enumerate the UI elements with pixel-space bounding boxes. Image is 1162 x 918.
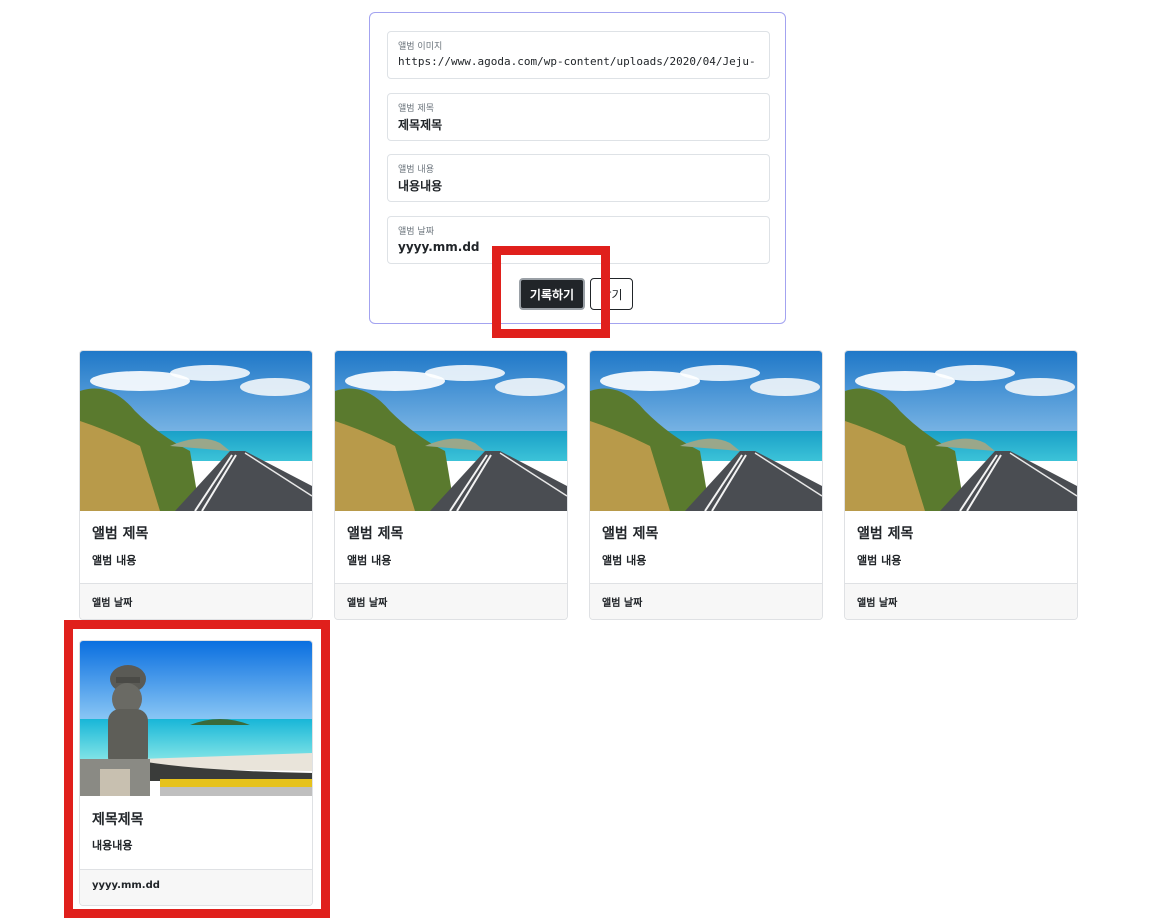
coastal-road-photo bbox=[590, 351, 822, 511]
card-date: yyyy.mm.dd bbox=[92, 880, 160, 891]
content-label: 앨범 내용 bbox=[398, 165, 434, 175]
close-button[interactable]: 닫기 bbox=[590, 278, 633, 310]
date-label: 앨범 날짜 bbox=[398, 227, 434, 237]
card-footer: 앨범 날짜 bbox=[335, 583, 567, 619]
title-label: 앨범 제목 bbox=[398, 104, 434, 114]
coastal-road-photo bbox=[335, 351, 567, 511]
card-content: 앨범 내용 bbox=[92, 554, 137, 567]
image-url-field[interactable]: 앨범 이미지 bbox=[387, 31, 770, 79]
coastal-road-photo bbox=[80, 351, 312, 511]
card-title: 앨범 제목 bbox=[602, 526, 659, 542]
card-content: 앨범 내용 bbox=[602, 554, 647, 567]
card-title: 앨범 제목 bbox=[347, 526, 404, 542]
jeju-stone-statue-beach-photo bbox=[80, 641, 312, 796]
record-button[interactable]: 기록하기 bbox=[519, 278, 585, 310]
content-field[interactable]: 앨범 내용 bbox=[387, 154, 770, 202]
date-field[interactable]: 앨범 날짜 bbox=[387, 216, 770, 264]
title-input[interactable] bbox=[398, 117, 761, 131]
album-card[interactable]: 앨범 제목 앨범 내용 앨범 날짜 bbox=[844, 350, 1078, 620]
card-footer: yyyy.mm.dd bbox=[80, 869, 312, 905]
card-date: 앨범 날짜 bbox=[602, 598, 643, 609]
album-form: 앨범 이미지 앨범 제목 앨범 내용 앨범 날짜 기록하기 닫기 bbox=[369, 12, 786, 324]
card-title: 앨범 제목 bbox=[857, 526, 914, 542]
coastal-road-photo bbox=[845, 351, 1077, 511]
album-card[interactable]: 앨범 제목 앨범 내용 앨범 날짜 bbox=[589, 350, 823, 620]
card-date: 앨범 날짜 bbox=[92, 598, 133, 609]
card-content: 내용내용 bbox=[92, 839, 133, 852]
album-card-new[interactable]: 제목제목 내용내용 yyyy.mm.dd bbox=[79, 640, 313, 906]
image-url-label: 앨범 이미지 bbox=[398, 42, 443, 52]
card-date: 앨범 날짜 bbox=[347, 598, 388, 609]
card-footer: 앨범 날짜 bbox=[845, 583, 1077, 619]
album-card[interactable]: 앨범 제목 앨범 내용 앨범 날짜 bbox=[79, 350, 313, 620]
card-date: 앨범 날짜 bbox=[857, 598, 898, 609]
card-footer: 앨범 날짜 bbox=[80, 583, 312, 619]
form-buttons: 기록하기 닫기 bbox=[370, 277, 785, 311]
card-content: 앨범 내용 bbox=[857, 554, 902, 567]
title-field[interactable]: 앨범 제목 bbox=[387, 93, 770, 141]
card-title: 제목제목 bbox=[92, 812, 144, 828]
card-title: 앨범 제목 bbox=[92, 526, 149, 542]
date-input[interactable] bbox=[398, 240, 761, 254]
content-input[interactable] bbox=[398, 178, 761, 192]
card-footer: 앨범 날짜 bbox=[590, 583, 822, 619]
album-card[interactable]: 앨범 제목 앨범 내용 앨범 날짜 bbox=[334, 350, 568, 620]
card-content: 앨범 내용 bbox=[347, 554, 392, 567]
image-url-input[interactable] bbox=[398, 55, 761, 68]
